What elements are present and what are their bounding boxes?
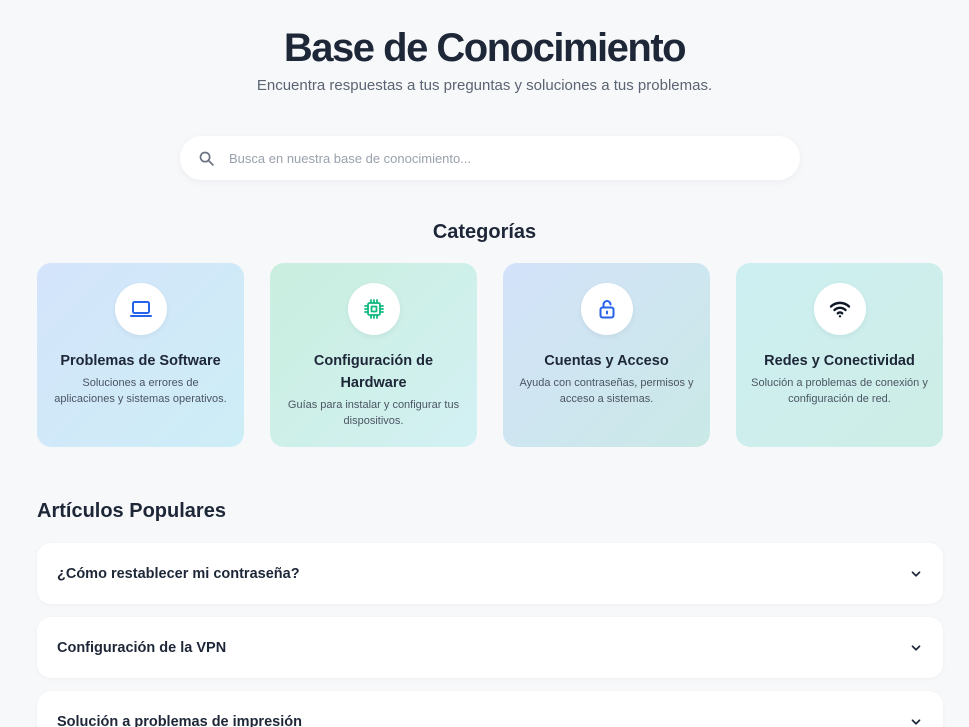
page-subtitle: Encuentra respuestas a tus preguntas y s…	[256, 77, 713, 94]
page-title: Base de Conocimiento	[283, 26, 687, 70]
article-title: Solución a problemas de impresión	[57, 713, 302, 727]
chevron-down-icon[interactable]	[909, 715, 923, 727]
laptop-icon	[114, 283, 167, 335]
knowledge-base-page: Base de Conocimiento Encuentra respuesta…	[0, 0, 969, 727]
search-input[interactable]	[227, 149, 771, 167]
article-item[interactable]: Solución a problemas de impresión	[37, 691, 943, 727]
chevron-down-icon[interactable]	[909, 641, 923, 655]
category-description: Guías para instalar y configurar tus dis…	[287, 399, 460, 427]
chevron-down-icon[interactable]	[909, 567, 923, 581]
article-item[interactable]: Configuración de la VPN	[37, 617, 943, 678]
category-description: Soluciones a errores de aplicaciones y s…	[54, 377, 227, 405]
category-card-accounts[interactable]: Cuentas y Acceso Ayuda con contraseñas, …	[503, 263, 710, 447]
category-name: Configuración de Hardware	[313, 353, 434, 391]
search-icon	[198, 150, 215, 167]
lock-icon	[580, 283, 633, 335]
popular-articles-title: Artículos Populares	[37, 500, 226, 522]
category-card-networks[interactable]: Redes y Conectividad Solución a problema…	[736, 263, 943, 447]
category-name: Redes y Conectividad	[764, 353, 915, 369]
article-title: Configuración de la VPN	[57, 639, 227, 656]
article-title: ¿Cómo restablecer mi contraseña?	[57, 565, 300, 582]
category-card-hardware[interactable]: Configuración de Hardware Guías para ins…	[270, 263, 477, 447]
search-bar[interactable]	[180, 136, 800, 180]
category-description: Ayuda con contraseñas, permisos y acceso…	[519, 377, 694, 405]
categories-grid: Problemas de Software Soluciones a error…	[37, 263, 943, 447]
category-card-software[interactable]: Problemas de Software Soluciones a error…	[37, 263, 244, 447]
article-item[interactable]: ¿Cómo restablecer mi contraseña?	[37, 543, 943, 604]
wifi-icon	[813, 283, 866, 335]
category-description: Solución a problemas de conexión y confi…	[751, 377, 928, 405]
cpu-chip-icon	[347, 283, 400, 335]
category-name: Problemas de Software	[60, 353, 221, 369]
categories-title: Categorías	[432, 221, 537, 243]
category-name: Cuentas y Acceso	[544, 353, 669, 369]
